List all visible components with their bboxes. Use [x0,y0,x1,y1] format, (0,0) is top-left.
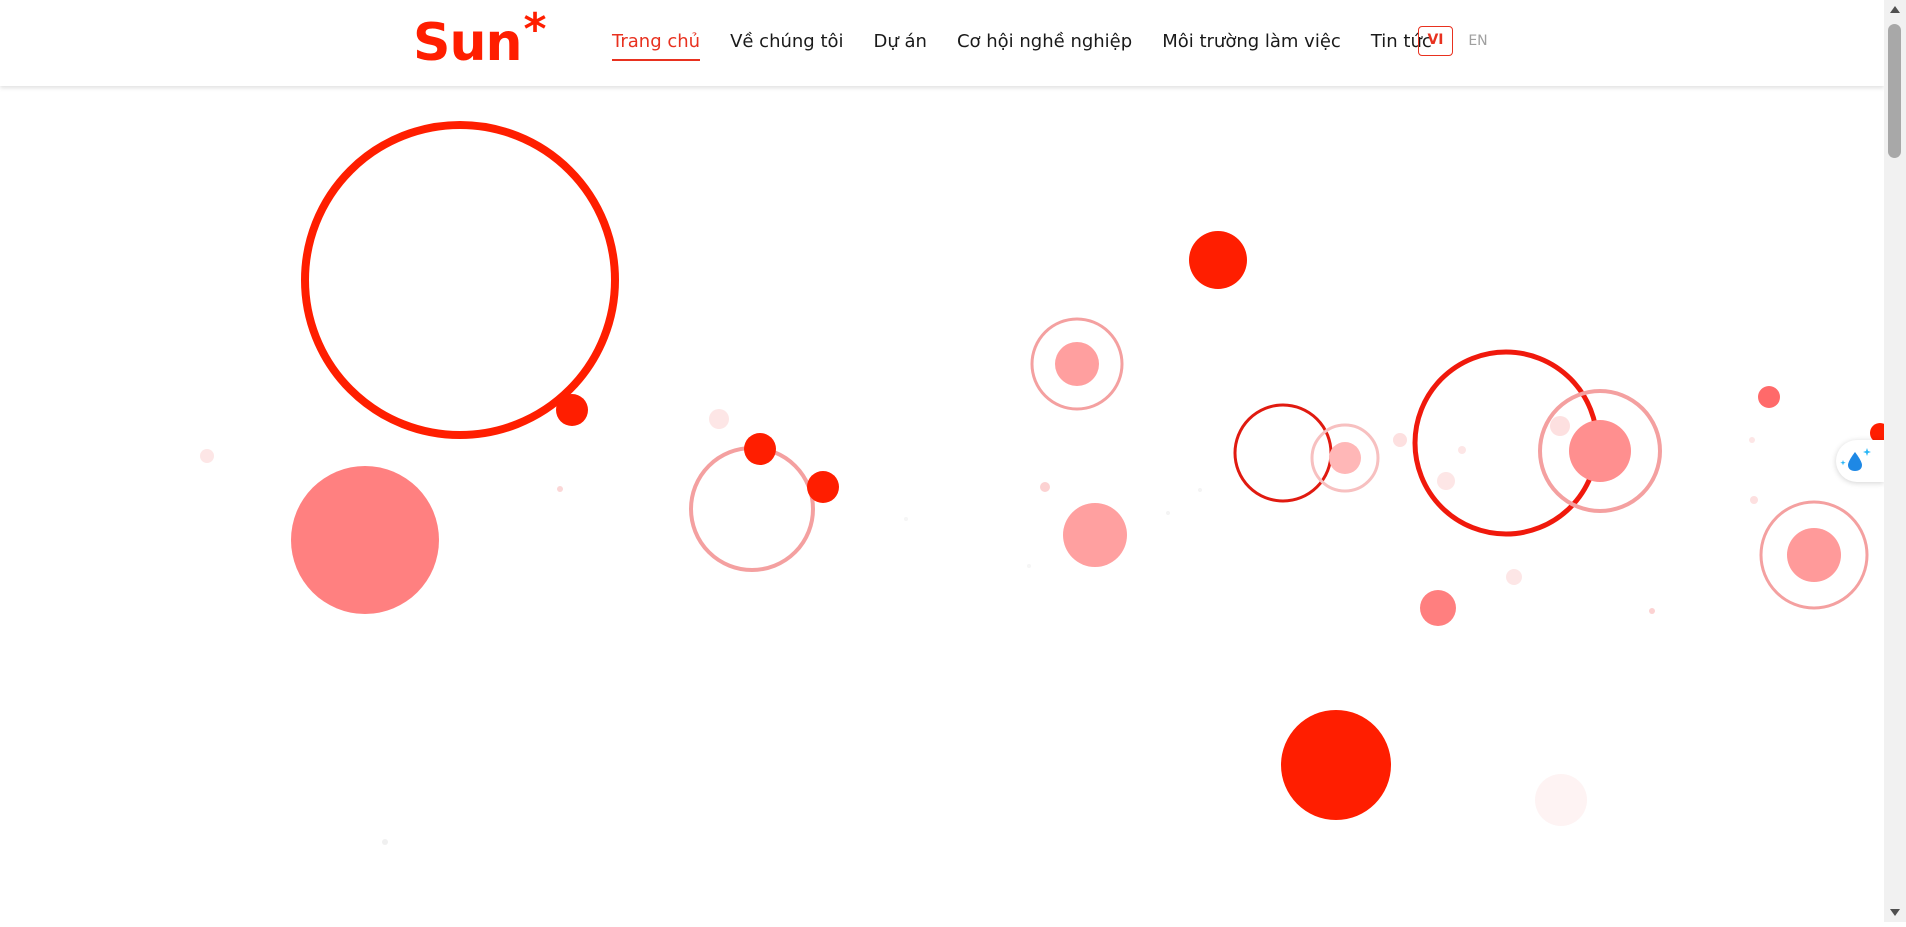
bubble-dot [1758,386,1780,408]
bubble-ring [1233,403,1333,503]
bubble-faint [1198,488,1202,492]
bubble-ring [301,121,619,439]
bubble-faint [382,839,388,845]
bubble-dot [1281,710,1391,820]
nav-item-about[interactable]: Về chúng tôi [730,28,843,60]
sun-logo[interactable]: Sun* [413,4,547,77]
nav-item-work-environment[interactable]: Môi trường làm việc [1162,28,1341,60]
bubble-faint [1749,437,1755,443]
bubble-dot [1189,231,1247,289]
scrollbar-thumb[interactable] [1888,24,1901,158]
bubble-ring [1412,349,1600,537]
nav-item-projects[interactable]: Dự án [874,28,927,60]
bubble-faint [1040,482,1050,492]
bubble-faint [1750,496,1758,504]
language-vi-button[interactable]: VI [1418,26,1453,56]
bubble-dot [291,466,439,614]
language-switcher: VI EN [1418,26,1495,56]
nav-item-careers[interactable]: Cơ hội nghề nghiệp [957,28,1132,60]
bubble-faint [1550,416,1570,436]
bubble-faint [1506,569,1522,585]
bubble-faint [709,409,729,429]
bubble-dot [1063,503,1127,567]
bubble-dot [744,433,776,465]
bubbles-canvas [200,121,1890,845]
bubble-dot [1787,528,1841,582]
bubble-dot [1420,590,1456,626]
bubble-dot [1329,442,1361,474]
site-header: Sun* Trang chủ Về chúng tôi Dự án Cơ hội… [0,0,1884,86]
scroll-down-arrow-icon[interactable] [1890,909,1900,916]
bubble-ring [689,446,815,572]
vertical-scrollbar[interactable] [1884,0,1906,922]
bubble-faint [557,486,563,492]
bubble-dot [807,471,839,503]
bubble-dot [1569,420,1631,482]
bubble-faint [1649,608,1655,614]
bubble-faint [904,517,908,521]
bubble-faint [1393,433,1407,447]
bubble-faint [200,449,214,463]
bubble-faint [1535,774,1587,826]
hero-bubbles-area [0,0,1890,922]
nav-item-home[interactable]: Trang chủ [612,28,701,61]
language-en-button[interactable]: EN [1461,26,1495,56]
bubble-faint [1027,564,1031,568]
water-drop-sparkle-icon [1840,448,1871,471]
logo-asterisk: * [523,4,547,55]
floating-widget-button[interactable] [1836,440,1884,482]
bubble-faint [1166,511,1170,515]
scroll-up-arrow-icon[interactable] [1890,6,1900,13]
bubble-faint [1437,472,1455,490]
bubble-dot [1055,342,1099,386]
main-nav: Trang chủ Về chúng tôi Dự án Cơ hội nghề… [612,28,1432,61]
bubble-faint [1458,446,1466,454]
logo-text: Sun [413,13,522,73]
bubble-dot [556,394,588,426]
